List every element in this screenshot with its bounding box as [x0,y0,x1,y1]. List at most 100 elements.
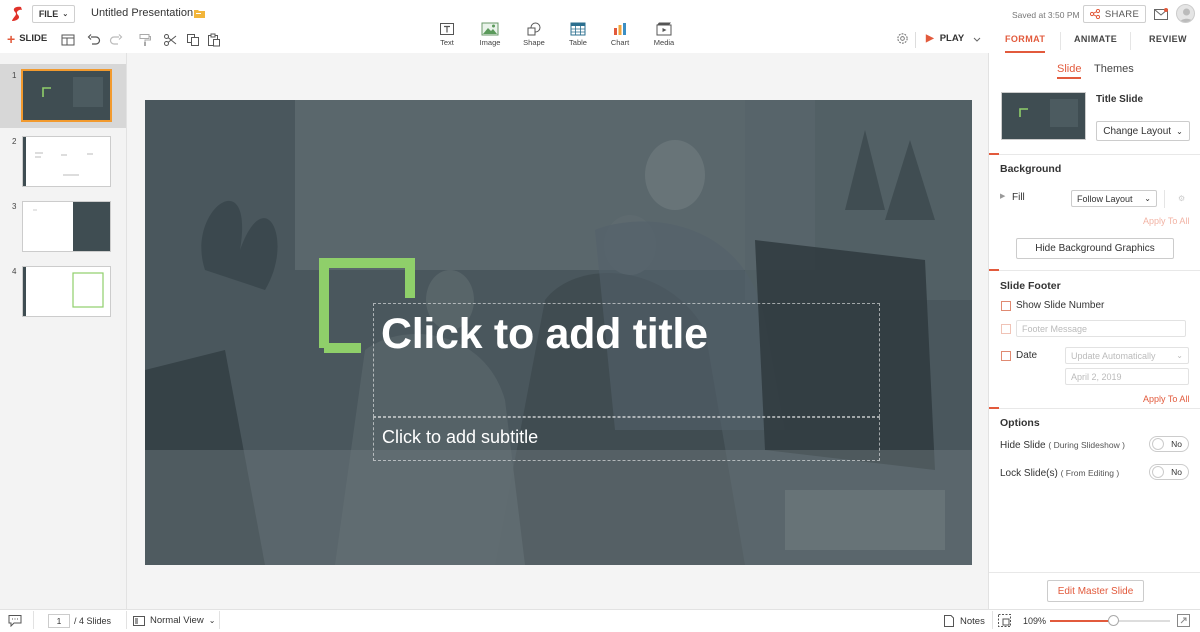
chart-icon [614,23,626,35]
layout-preview [1002,93,1085,139]
date-mode-dropdown[interactable]: Update Automatically ⌄ [1065,347,1189,364]
change-layout-dropdown[interactable]: Change Layout ⌄ [1096,121,1190,141]
insert-text-button[interactable]: Text [425,22,469,47]
current-page-input[interactable]: 1 [48,614,70,628]
shape-icon [527,22,541,36]
view-mode-label: Normal View [150,615,204,626]
slide-thumbnail-4[interactable] [22,266,111,317]
chevron-down-icon: ⌄ [1144,194,1151,203]
slide-subtitle-placeholder[interactable]: Click to add subtitle [382,427,538,448]
tab-review[interactable]: REVIEW [1149,34,1187,44]
zoom-slider-handle[interactable] [1108,615,1119,626]
mail-icon[interactable] [1154,8,1168,20]
chevron-down-icon: ⌄ [1176,126,1183,136]
lock-slide-toggle[interactable]: No [1149,464,1189,480]
add-slide-button[interactable]: + SLIDE [7,32,48,46]
text-icon [440,23,454,35]
share-label: SHARE [1104,8,1140,20]
image-icon [481,22,499,36]
view-mode-dropdown[interactable]: Normal View ⌄ [133,615,215,626]
insert-table-button[interactable]: Table [556,22,600,47]
show-slide-number-checkbox[interactable] [1001,301,1011,311]
gear-icon[interactable]: ⚙ [1178,194,1185,203]
fill-label: Fill [1012,192,1025,203]
folder-icon[interactable] [194,9,205,18]
slide-thumbnail-3[interactable] [22,201,111,252]
hide-slide-toggle[interactable]: No [1149,436,1189,452]
subtab-slide[interactable]: Slide [1057,63,1082,79]
notes-icon [944,615,954,627]
insert-media-button[interactable]: Media [642,22,686,47]
background-apply-all[interactable]: Apply To All [1143,216,1189,226]
chevron-down-icon[interactable] [972,33,982,45]
footer-apply-all[interactable]: Apply To All [1143,394,1189,404]
file-menu-button[interactable]: FILE ⌄ [32,5,75,23]
tab-divider [1060,32,1061,50]
format-painter-icon[interactable] [138,33,152,47]
layout-name: Title Slide [1096,94,1144,105]
hide-slide-label: Hide Slide ( During Slideshow ) [1000,440,1125,451]
subtab-themes[interactable]: Themes [1094,63,1134,75]
change-layout-label: Change Layout [1103,125,1172,137]
insert-image-button[interactable]: Image [468,22,512,47]
chevron-down-icon: ⌄ [62,11,69,18]
notes-button[interactable]: Notes [944,615,985,627]
undo-icon[interactable] [87,33,101,47]
notes-label: Notes [960,615,985,627]
slide-thumbnail-2[interactable] [22,136,111,187]
play-icon: ▶ [926,33,934,44]
normal-view-icon [133,615,145,626]
status-divider [219,611,220,629]
paste-icon[interactable] [207,33,221,47]
user-avatar[interactable] [1176,4,1195,23]
slide-number: 3 [12,202,17,211]
section-divider [989,154,1200,155]
hide-background-graphics-button[interactable]: Hide Background Graphics [1016,238,1174,259]
tab-divider [1130,32,1131,50]
edit-master-slide-button[interactable]: Edit Master Slide [1047,580,1144,602]
section-marker [989,153,999,155]
footer-message-input[interactable]: Footer Message [1016,320,1186,337]
chat-icon[interactable] [8,614,22,627]
lock-slide-text: Lock Slide(s) [1000,468,1058,479]
slide-title-placeholder[interactable]: Click to add title [381,310,708,359]
lock-slide-note: ( From Editing ) [1060,468,1120,478]
cut-icon[interactable] [163,33,177,47]
fit-to-window-icon[interactable] [998,614,1011,627]
tab-format[interactable]: FORMAT [1005,34,1045,44]
chevron-down-icon: ⌄ [1176,351,1183,360]
add-slide-label: SLIDE [19,33,48,44]
footer-message-checkbox[interactable] [1001,324,1011,334]
date-value: April 2, 2019 [1071,371,1122,382]
slide-number: 4 [12,267,17,276]
share-button[interactable]: SHARE [1083,5,1146,23]
document-title[interactable]: Untitled Presentation [91,7,193,19]
status-divider [992,611,993,629]
copy-icon[interactable] [186,33,200,47]
zoom-fit-icon[interactable] [1177,614,1190,627]
slide-preview [23,267,110,316]
play-button[interactable]: ▶ PLAY [926,33,964,44]
expand-arrow-icon[interactable]: ▶ [1000,192,1005,200]
layout-icon[interactable] [61,33,75,47]
insert-chart-button[interactable]: Chart [598,22,642,47]
page-total: / 4 Slides [74,616,112,626]
panel-divider [989,572,1200,573]
insert-text-label: Text [440,38,454,47]
date-value-input[interactable]: April 2, 2019 [1065,368,1189,385]
toolbar-divider [915,32,916,48]
insert-shape-button[interactable]: Shape [512,22,556,47]
fill-dropdown[interactable]: Follow Layout ⌄ [1071,190,1157,207]
field-divider [1164,190,1165,208]
gear-icon[interactable] [896,32,909,45]
insert-image-label: Image [479,38,501,47]
slide-preview [23,71,110,120]
zoom-slider-fill [1050,620,1112,622]
date-checkbox[interactable] [1001,351,1011,361]
tab-animate[interactable]: ANIMATE [1074,34,1117,44]
slide-thumbnail-1[interactable] [21,69,112,122]
redo-icon[interactable] [109,33,123,47]
app-logo [12,6,22,21]
section-divider [989,270,1200,271]
media-icon [656,22,672,36]
